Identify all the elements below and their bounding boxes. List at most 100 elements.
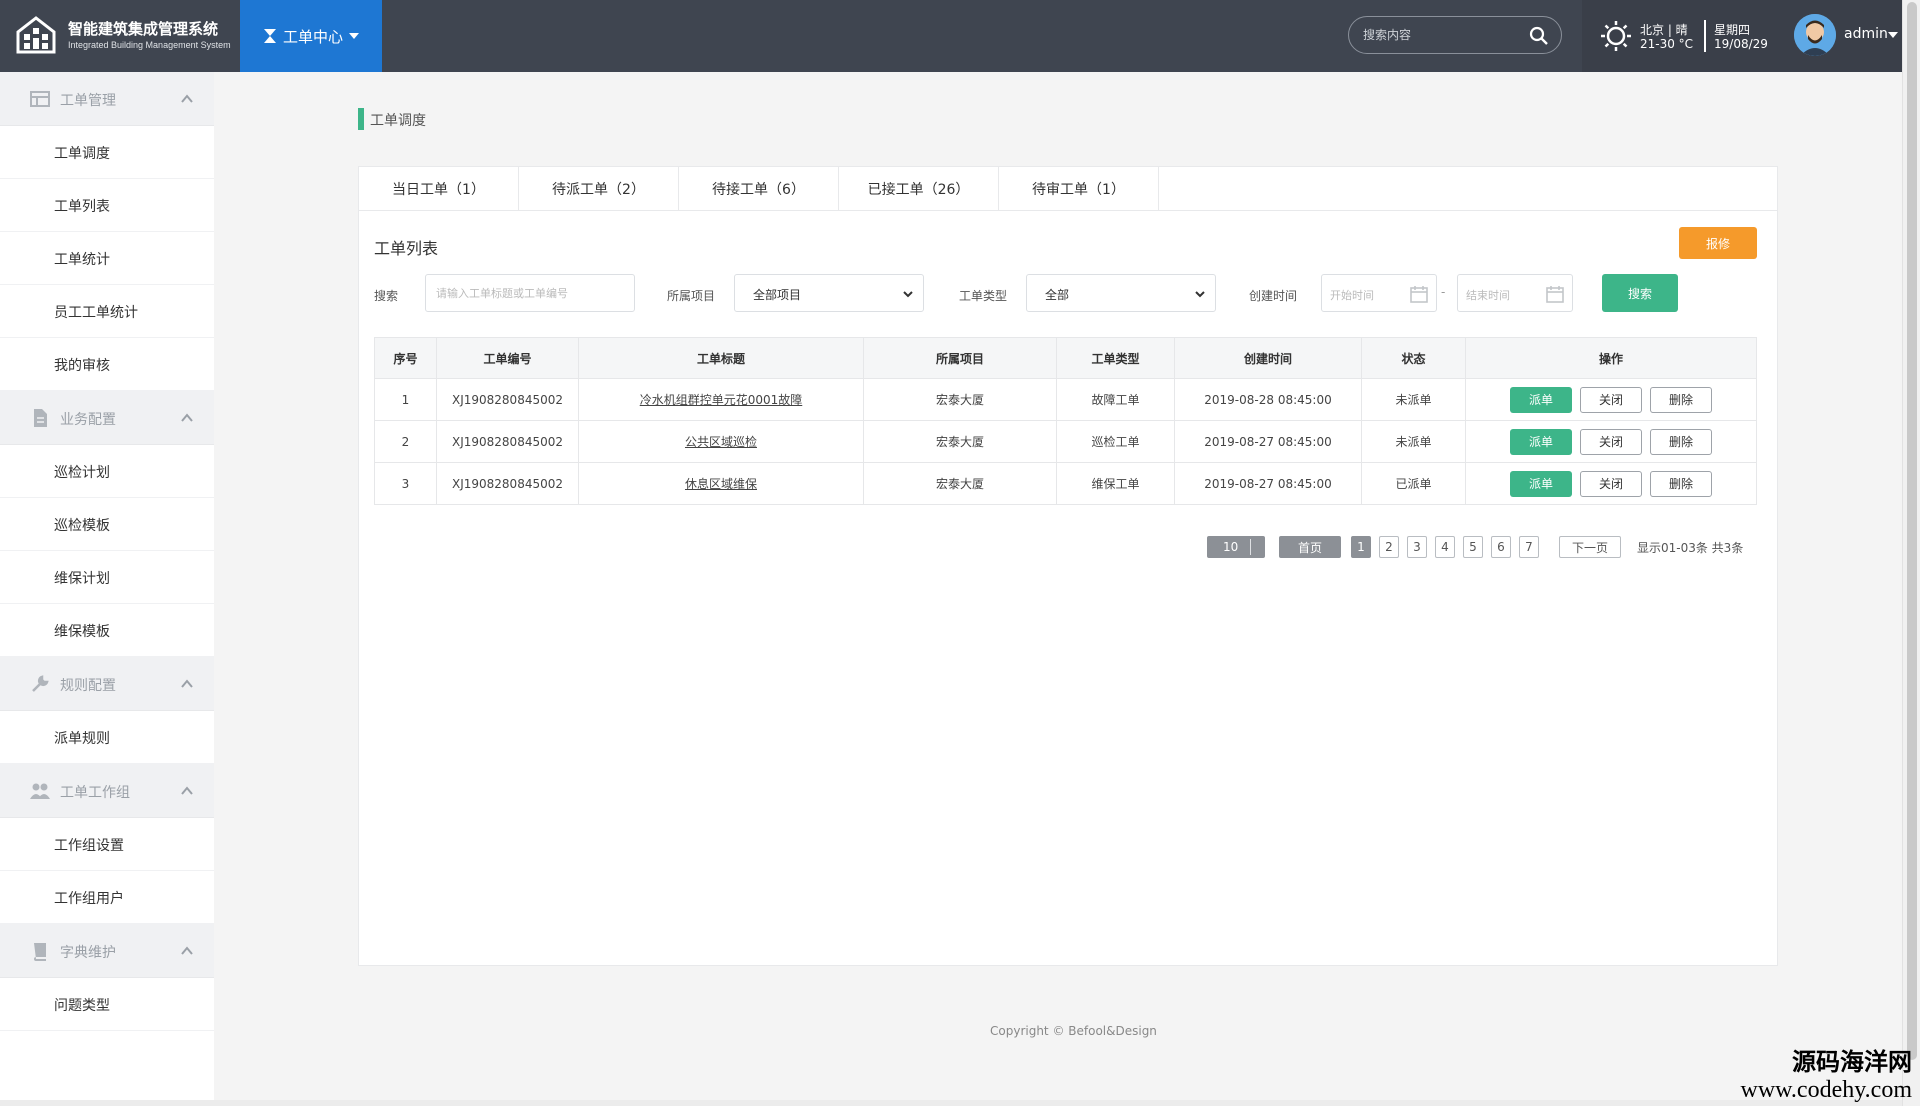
- project-select[interactable]: 全部项目: [734, 274, 924, 312]
- row-title-link[interactable]: 休息区域维保: [685, 477, 757, 491]
- row-title-cell: 公共区域巡检: [578, 420, 864, 463]
- user-name[interactable]: admin: [1844, 26, 1888, 42]
- page-number-button[interactable]: 4: [1435, 536, 1455, 558]
- sidebar-item-label: 员工工单统计: [54, 305, 138, 321]
- row-project: 宏泰大厦: [863, 420, 1057, 463]
- page-number-button[interactable]: 2: [1379, 536, 1399, 558]
- start-date-placeholder: 开始时间: [1330, 289, 1374, 302]
- building-logo-icon: [16, 16, 56, 54]
- sidebar-item-label: 问题类型: [54, 998, 110, 1014]
- sidebar-item-maintenance-template[interactable]: 维保模板: [0, 604, 214, 657]
- sidebar-group-work-group[interactable]: 工单工作组: [0, 764, 214, 818]
- sidebar-item-issue-type[interactable]: 问题类型: [0, 978, 214, 1031]
- table-row: 1 XJ1908280845002 冷水机组群控单元花0001故障 宏泰大厦 故…: [374, 378, 1757, 421]
- wrench-icon: [32, 675, 49, 692]
- app-logo[interactable]: 智能建筑集成管理系统 Integrated Building Managemen…: [14, 12, 236, 60]
- sidebar-group-label: 规则配置: [60, 678, 116, 694]
- sidebar-item-dispatch[interactable]: 工单调度: [0, 126, 214, 179]
- chevron-down-icon: [1195, 291, 1205, 298]
- table-row: 3 XJ1908280845002 休息区域维保 宏泰大厦 维保工单 2019-…: [374, 462, 1757, 505]
- page-number-button[interactable]: 3: [1407, 536, 1427, 558]
- global-search-input[interactable]: [1363, 26, 1523, 44]
- type-select[interactable]: 全部: [1026, 274, 1216, 312]
- sidebar-group-label: 字典维护: [60, 945, 116, 961]
- row-actions: 派单 关闭 删除: [1465, 462, 1757, 505]
- sidebar-group-workorder[interactable]: 工单管理: [0, 72, 214, 126]
- dispatch-button[interactable]: 派单: [1510, 386, 1572, 413]
- row-status: 未派单: [1361, 378, 1466, 421]
- tab-today[interactable]: 当日工单（1）: [359, 167, 519, 210]
- row-status: 已派单: [1361, 462, 1466, 505]
- row-status: 未派单: [1361, 420, 1466, 463]
- chevron-down-icon: [903, 291, 913, 298]
- sidebar-item-group-settings[interactable]: 工作组设置: [0, 818, 214, 871]
- page-number-button[interactable]: 5: [1463, 536, 1483, 558]
- avatar[interactable]: [1794, 14, 1836, 56]
- tab-pending-accept[interactable]: 待接工单（6）: [679, 167, 839, 210]
- horizontal-scrollbar[interactable]: [0, 1100, 1902, 1106]
- first-page-button[interactable]: 首页: [1279, 536, 1341, 558]
- sidebar-item-maintenance-plan[interactable]: 维保计划: [0, 551, 214, 604]
- column-header-title: 工单标题: [578, 337, 864, 379]
- search-button[interactable]: 搜索: [1602, 274, 1678, 312]
- dispatch-button[interactable]: 派单: [1510, 470, 1572, 497]
- sidebar-group-rule-config[interactable]: 规则配置: [0, 657, 214, 711]
- page-number-button[interactable]: 6: [1491, 536, 1511, 558]
- module-dropdown[interactable]: 工单中心: [240, 0, 382, 72]
- report-repair-button[interactable]: 报修: [1679, 227, 1757, 259]
- sidebar-group-business-config[interactable]: 业务配置: [0, 391, 214, 445]
- type-label: 工单类型: [959, 289, 1008, 303]
- user-avatar-icon: [1794, 14, 1836, 56]
- row-title-link[interactable]: 公共区域巡检: [685, 435, 757, 449]
- next-page-button[interactable]: 下一页: [1559, 536, 1621, 558]
- user-menu-caret-icon[interactable]: [1888, 32, 1898, 38]
- row-code: XJ1908280845002: [436, 378, 579, 421]
- close-button[interactable]: 关闭: [1580, 470, 1642, 497]
- page-number-button[interactable]: 1: [1351, 536, 1371, 558]
- sidebar-item-label: 巡检模板: [54, 518, 110, 534]
- row-created: 2019-08-27 08:45:00: [1174, 462, 1362, 505]
- row-title-cell: 休息区域维保: [578, 462, 864, 505]
- workorder-search-input[interactable]: [425, 274, 635, 312]
- tab-pending-dispatch[interactable]: 待派工单（2）: [519, 167, 679, 210]
- weather-city: 北京 | 晴: [1640, 23, 1688, 37]
- dispatch-button[interactable]: 派单: [1510, 428, 1572, 455]
- delete-button[interactable]: 删除: [1650, 386, 1712, 413]
- sidebar-item-dispatch-rule[interactable]: 派单规则: [0, 711, 214, 764]
- pagination: 10 首页 1 2 3 4 5 6 7 下一页 显示01-03条 共3条: [1207, 535, 1743, 559]
- row-type: 维保工单: [1056, 462, 1175, 505]
- row-title-link[interactable]: 冷水机组群控单元花0001故障: [640, 393, 803, 407]
- delete-button[interactable]: 删除: [1650, 428, 1712, 455]
- search-icon[interactable]: [1529, 26, 1549, 46]
- chevron-up-icon: [181, 946, 193, 955]
- list-icon: [30, 91, 50, 107]
- vertical-scrollbar[interactable]: [1902, 0, 1920, 1106]
- delete-button[interactable]: 删除: [1650, 470, 1712, 497]
- sidebar-item-label: 巡检计划: [54, 465, 110, 481]
- sidebar-item-list[interactable]: 工单列表: [0, 179, 214, 232]
- sidebar-item-label: 维保模板: [54, 624, 110, 640]
- sun-icon: [1601, 21, 1631, 51]
- page-size-select[interactable]: 10: [1207, 536, 1265, 558]
- row-type: 巡检工单: [1056, 420, 1175, 463]
- tab-accepted[interactable]: 已接工单（26）: [839, 167, 999, 210]
- sidebar-item-group-users[interactable]: 工作组用户: [0, 871, 214, 924]
- tab-pending-review[interactable]: 待审工单（1）: [999, 167, 1159, 210]
- sidebar-item-inspection-plan[interactable]: 巡检计划: [0, 445, 214, 498]
- page-number-button[interactable]: 7: [1519, 536, 1539, 558]
- column-header-actions: 操作: [1465, 337, 1757, 379]
- sidebar-group-dictionary[interactable]: 字典维护: [0, 924, 214, 978]
- close-button[interactable]: 关闭: [1580, 428, 1642, 455]
- end-date-picker[interactable]: 结束时间: [1457, 274, 1573, 312]
- weather-temperature: 21-30 °C: [1640, 37, 1694, 51]
- scrollbar-thumb[interactable]: [1907, 2, 1917, 1060]
- close-button[interactable]: 关闭: [1580, 386, 1642, 413]
- row-created: 2019-08-28 08:45:00: [1174, 378, 1362, 421]
- app-subtitle: Integrated Building Management System: [68, 40, 231, 50]
- start-date-picker[interactable]: 开始时间: [1321, 274, 1437, 312]
- sidebar-item-inspection-template[interactable]: 巡检模板: [0, 498, 214, 551]
- workorder-panel: 当日工单（1） 待派工单（2） 待接工单（6） 已接工单（26） 待审工单（1）…: [358, 166, 1778, 966]
- sidebar-item-statistics[interactable]: 工单统计: [0, 232, 214, 285]
- sidebar-item-staff-statistics[interactable]: 员工工单统计: [0, 285, 214, 338]
- sidebar-item-my-review[interactable]: 我的审核: [0, 338, 214, 391]
